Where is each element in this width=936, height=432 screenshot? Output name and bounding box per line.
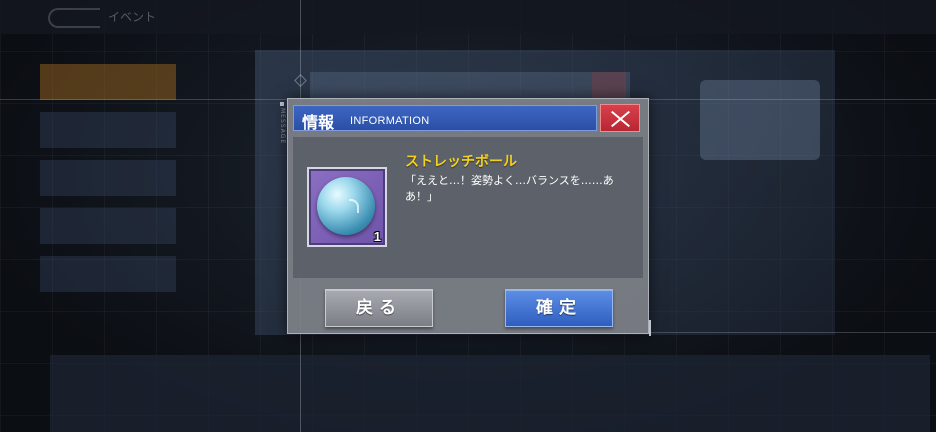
background-menu-item	[40, 112, 176, 148]
background-header: イベント	[0, 0, 936, 34]
background-menu-item	[40, 256, 176, 292]
orb-highlight	[349, 199, 359, 213]
stretch-ball-orb-icon	[317, 177, 375, 235]
side-dot-icon	[280, 102, 284, 106]
confirm-button[interactable]: 確定	[505, 289, 613, 327]
dialog-title: 情報	[302, 113, 335, 132]
close-button[interactable]	[600, 104, 640, 132]
item-count: 1	[373, 229, 381, 244]
dialog-titlebar: 情報 INFORMATION	[293, 105, 597, 132]
item-name: ストレッチボール	[405, 154, 517, 170]
background-menu-item	[40, 208, 176, 244]
dialog-subtitle: INFORMATION	[350, 115, 430, 127]
background-menu	[40, 64, 176, 304]
dialog-corner-accent	[641, 320, 651, 336]
back-button[interactable]: 戻る	[325, 289, 433, 327]
background-menu-item	[40, 64, 176, 100]
information-dialog: 情報 INFORMATION 1 ストレッチボール 「ええと…！姿勢よく…バラン…	[287, 98, 649, 334]
back-arrow-icon	[48, 8, 100, 28]
item-description: 「ええと…！姿勢よく…バランスを……ああ！」	[405, 174, 614, 203]
background-bottom-bar	[50, 355, 930, 432]
background-menu-item	[40, 160, 176, 196]
dialog-content: 1 ストレッチボール 「ええと…！姿勢よく…バランスを……ああ！」	[293, 137, 643, 278]
background-screen-title: イベント	[108, 10, 157, 24]
guide-line-horizontal	[640, 332, 936, 333]
message-side-label: MESSAGE	[279, 108, 286, 145]
background-logo	[700, 80, 820, 160]
item-icon-frame: 1	[307, 167, 387, 247]
